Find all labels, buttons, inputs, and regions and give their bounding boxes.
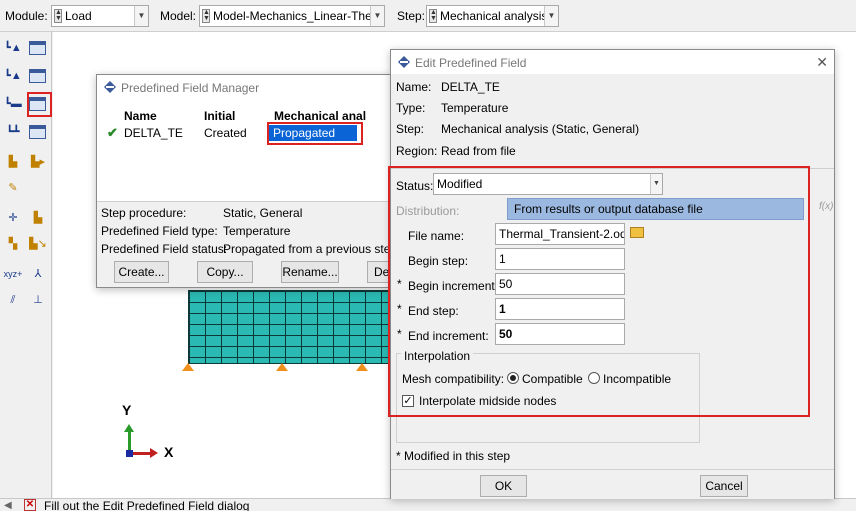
- model-value: Model-Mechanics_Linear-Ther: [213, 9, 376, 23]
- connector-icon[interactable]: ▙: [28, 208, 48, 228]
- spinner-icon: ▲ ▼: [54, 9, 62, 23]
- edit-buttons: OK Cancel: [391, 469, 834, 499]
- special-icon[interactable]: ▚: [3, 234, 23, 254]
- support-icon: [181, 363, 195, 373]
- step-procedure-value: Static, General: [223, 206, 303, 220]
- modified-note: * Modified in this step: [396, 449, 511, 463]
- spinner-icon: ▲ ▼: [202, 9, 210, 23]
- status-section-highlight: [388, 166, 810, 417]
- axis-y-label: Y: [122, 402, 132, 418]
- field-status-label: Predefined Field status:: [101, 242, 228, 256]
- model-combo[interactable]: ▲ ▼ Model-Mechanics_Linear-Ther ▼: [199, 5, 385, 27]
- cancel-procedure-icon[interactable]: ✕: [24, 499, 36, 511]
- step-label: Step:: [397, 9, 426, 23]
- context-bar: Module: ▲ ▼ Load ▼ Model: ▲ ▼ Model-Mechan…: [0, 0, 856, 32]
- module-combo[interactable]: ▲ ▼ Load ▼: [51, 5, 149, 27]
- pencil-icon[interactable]: ✎: [3, 178, 23, 198]
- datum-csys-icon[interactable]: ⊥: [28, 290, 48, 310]
- axis-x-label: X: [164, 444, 174, 460]
- predefined-field-create-icon[interactable]: ┗▬: [3, 94, 23, 114]
- constraint-icon[interactable]: ✛: [3, 208, 23, 228]
- region-value: Read from file: [441, 144, 516, 158]
- cancel-button[interactable]: Cancel: [700, 475, 748, 497]
- abaqus-logo-icon: [104, 81, 116, 93]
- manager-titlebar[interactable]: Predefined Field Manager: [97, 75, 391, 99]
- ok-button[interactable]: OK: [480, 475, 527, 497]
- field-type-label: Predefined Field type:: [101, 224, 218, 238]
- tool-icon[interactable]: ▙↘: [28, 234, 48, 254]
- create-button[interactable]: Create...: [114, 261, 169, 283]
- back-arrow-icon[interactable]: ◀: [4, 500, 12, 511]
- chevron-down-icon: ▼: [544, 6, 558, 26]
- edit-title: Edit Predefined Field: [415, 56, 527, 70]
- z-axis-icon: [126, 450, 133, 457]
- step-value: Mechanical analysis: [440, 9, 548, 23]
- load-case-manager-icon[interactable]: [28, 122, 48, 142]
- row-name[interactable]: DELTA_TE: [124, 126, 183, 140]
- support-icon: [355, 363, 369, 373]
- support-icon: [275, 363, 289, 373]
- region-label: Region:: [396, 144, 438, 158]
- step-value: Mechanical analysis (Static, General): [441, 122, 640, 136]
- step-combo[interactable]: ▲ ▼ Mechanical analysis ▼: [426, 5, 559, 27]
- load-manager-icon[interactable]: [28, 38, 48, 58]
- copy-button[interactable]: Copy...: [197, 261, 253, 283]
- type-value: Temperature: [441, 101, 509, 115]
- mesh: [188, 290, 393, 364]
- column-header-initial[interactable]: Initial: [204, 109, 235, 123]
- amplitude-icon[interactable]: ▙▸: [28, 152, 48, 172]
- chevron-down-icon: ▼: [370, 6, 384, 26]
- fx-icon[interactable]: f(x): [819, 201, 833, 212]
- manager-title: Predefined Field Manager: [121, 81, 260, 95]
- abaqus-logo-icon: [398, 56, 410, 68]
- datum-axis-icon[interactable]: ⅄: [28, 264, 48, 284]
- manager-info: Step procedure: Static, General Predefin…: [97, 201, 392, 257]
- row-initial[interactable]: Created: [204, 126, 247, 140]
- manager-buttons: Create... Copy... Rename... De: [97, 257, 391, 287]
- column-header-step[interactable]: Mechanical anal: [274, 109, 366, 123]
- step-procedure-label: Step procedure:: [101, 206, 187, 220]
- partition-icon[interactable]: ⫽: [3, 290, 23, 310]
- edit-titlebar[interactable]: Edit Predefined Field ✕: [391, 50, 834, 74]
- module-label: Module:: [5, 9, 48, 23]
- propagated-highlight: [267, 122, 363, 145]
- field-type-value: Temperature: [223, 224, 291, 238]
- model-label: Model:: [160, 9, 197, 23]
- field-output-icon[interactable]: ▙: [3, 152, 23, 172]
- spinner-icon: ▲ ▼: [429, 9, 437, 23]
- rename-button[interactable]: Rename...: [281, 261, 339, 283]
- column-header-name[interactable]: Name: [124, 109, 157, 123]
- chevron-down-icon: ▼: [134, 6, 148, 26]
- module-value: Load: [65, 9, 92, 23]
- datum-point-icon[interactable]: xyz+: [3, 264, 23, 284]
- name-label: Name:: [396, 80, 432, 94]
- load-case-create-icon[interactable]: ┗┻: [3, 122, 23, 142]
- bc-create-icon[interactable]: ┗▲: [3, 66, 23, 86]
- prompt-text: Fill out the Edit Predefined Field dialo…: [44, 499, 250, 511]
- toolbox-highlight: [27, 92, 52, 117]
- y-axis-arrow-icon: [124, 424, 134, 432]
- type-label: Type:: [396, 101, 426, 115]
- step-label: Step:: [396, 122, 425, 136]
- predefined-field-manager-dialog: Predefined Field Manager Name Initial Me…: [96, 74, 392, 288]
- x-axis-arrow-icon: [150, 448, 158, 458]
- name-value: DELTA_TE: [441, 80, 500, 94]
- check-icon: ✔: [107, 125, 118, 140]
- prompt-bar: ◀ ✕ Fill out the Edit Predefined Field d…: [0, 498, 856, 511]
- load-create-icon[interactable]: ┗▲: [3, 38, 23, 58]
- close-icon[interactable]: ✕: [816, 54, 828, 71]
- bc-manager-icon[interactable]: [28, 66, 48, 86]
- field-status-value: Propagated from a previous step: [223, 242, 392, 256]
